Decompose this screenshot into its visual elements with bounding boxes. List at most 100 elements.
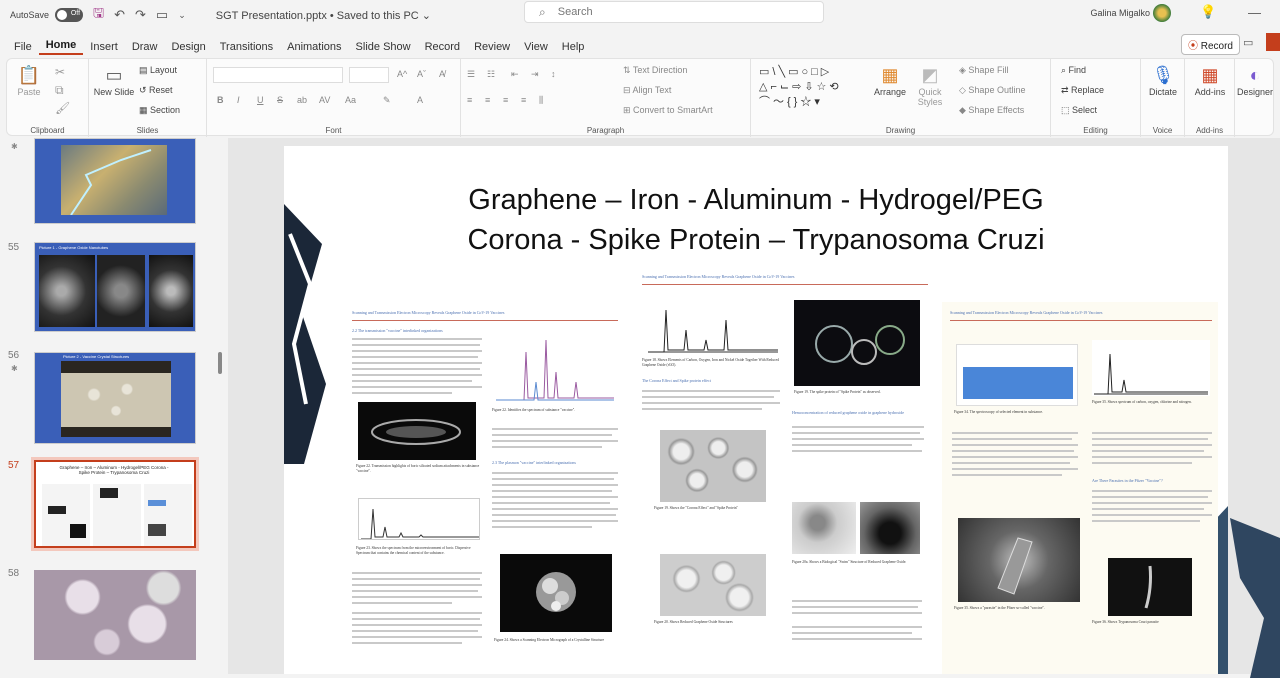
change-case-icon[interactable]: Aa bbox=[345, 95, 356, 105]
highlight-icon[interactable]: ✎ bbox=[383, 95, 391, 106]
justify-icon[interactable]: ≡ bbox=[521, 95, 526, 105]
convert-smartart-button[interactable]: ⊞ Convert to SmartArt bbox=[623, 105, 713, 116]
share-icon[interactable] bbox=[1266, 33, 1280, 51]
shadow-icon[interactable]: ab bbox=[297, 95, 307, 105]
search-box[interactable]: ⌕ Search bbox=[524, 1, 824, 23]
strikethrough-icon[interactable]: S bbox=[277, 95, 283, 105]
grow-font-icon[interactable]: A^ bbox=[397, 69, 407, 79]
tab-animations[interactable]: Animations bbox=[280, 41, 348, 53]
tab-insert[interactable]: Insert bbox=[83, 41, 125, 53]
text-line bbox=[352, 374, 482, 376]
bullets-icon[interactable]: ☰ bbox=[467, 69, 475, 80]
clear-format-icon[interactable]: A̸ bbox=[439, 69, 445, 79]
slide-thumbnail[interactable]: Picture 1 - Graphene Oxide Nanotubes bbox=[34, 242, 196, 332]
tab-draw[interactable]: Draw bbox=[125, 41, 165, 53]
line-spacing-icon[interactable]: ↕ bbox=[551, 69, 556, 79]
research-paper-page-3[interactable]: Scanning and Transmission Electron Micro… bbox=[942, 302, 1218, 674]
reset-button[interactable]: ↺ Reset bbox=[139, 85, 173, 96]
figure-caption: Figure 24. Shows a Scanning Electron Mic… bbox=[494, 638, 605, 642]
text-line bbox=[642, 396, 774, 398]
avatar[interactable] bbox=[1153, 4, 1171, 22]
quick-access-more-icon[interactable]: ⌄ bbox=[178, 10, 186, 21]
replace-button[interactable]: ⇄ Replace bbox=[1061, 85, 1104, 96]
find-label: Find bbox=[1068, 65, 1087, 75]
tab-help[interactable]: Help bbox=[555, 41, 592, 53]
tab-file[interactable]: File bbox=[7, 41, 39, 53]
align-left-icon[interactable]: ≡ bbox=[467, 95, 472, 105]
align-center-icon[interactable]: ≡ bbox=[485, 95, 490, 105]
addins-icon: ▦ bbox=[1201, 65, 1219, 85]
document-title[interactable]: SGT Presentation.pptx • Saved to this PC… bbox=[216, 9, 431, 22]
tab-record[interactable]: Record bbox=[418, 41, 467, 53]
tab-view[interactable]: View bbox=[517, 41, 555, 53]
present-icon[interactable]: ▭ bbox=[156, 7, 168, 23]
paper-section-heading: Hemoconcentration of reduced graphene ox… bbox=[792, 410, 905, 415]
shapes-gallery[interactable]: ▭\╲▭○□▷ △⌐⌙⇨⇩☆⟲ ⌒〜{}☆▾ bbox=[759, 65, 863, 110]
bold-icon[interactable]: B bbox=[217, 95, 224, 105]
shape-outline-button[interactable]: ◇ Shape Outline bbox=[959, 85, 1025, 96]
format-painter-icon[interactable]: 🖌 bbox=[55, 101, 70, 115]
shape-fill-button[interactable]: ◈ Shape Fill bbox=[959, 65, 1008, 76]
designer-button[interactable]: ◐ Designer bbox=[1235, 63, 1275, 97]
tab-slide-show[interactable]: Slide Show bbox=[349, 41, 418, 53]
find-button[interactable]: ⌕ Find bbox=[1061, 65, 1086, 76]
tab-transitions[interactable]: Transitions bbox=[213, 41, 280, 53]
comment-icon[interactable]: ▭ bbox=[1243, 36, 1253, 49]
align-right-icon[interactable]: ≡ bbox=[503, 95, 508, 105]
tab-home[interactable]: Home bbox=[38, 39, 84, 55]
new-slide-button[interactable]: ▭ New Slide bbox=[93, 63, 135, 97]
redo-icon[interactable]: ↷ bbox=[135, 7, 146, 23]
char-spacing-icon[interactable]: AV bbox=[319, 95, 330, 105]
slide-thumbnail[interactable]: Picture 2 - Vaccine Crystal Structures bbox=[34, 352, 196, 444]
tab-review[interactable]: Review bbox=[467, 41, 517, 53]
research-paper-page-1[interactable]: Scanning and Transmission Electron Micro… bbox=[342, 302, 628, 674]
shrink-font-icon[interactable]: Aˇ bbox=[417, 69, 426, 79]
paragraph-group: ☰ ☷ ⇤ ⇥ ↕ ≡ ≡ ≡ ≡ ⫼ ⇅ Text Direction ⊟ A… bbox=[461, 59, 751, 137]
record-button[interactable]: ⦿ Record bbox=[1180, 34, 1240, 55]
slide-number: 55 bbox=[8, 242, 20, 253]
columns-icon[interactable]: ⫼ bbox=[539, 95, 543, 106]
slide-thumbnail[interactable] bbox=[34, 138, 196, 224]
shape-effects-button[interactable]: ◆ Shape Effects bbox=[959, 105, 1024, 116]
addins-group-label: Add-ins bbox=[1195, 126, 1224, 135]
paste-button[interactable]: 📋 Paste bbox=[11, 63, 47, 97]
arrange-button[interactable]: ▦ Arrange bbox=[869, 63, 911, 97]
slide-thumbnail[interactable] bbox=[34, 570, 196, 660]
text-line bbox=[352, 602, 452, 604]
copy-icon[interactable]: ⧉ bbox=[55, 83, 64, 98]
tab-design[interactable]: Design bbox=[164, 41, 212, 53]
save-icon[interactable]: 🖫 bbox=[93, 4, 104, 26]
cut-icon[interactable]: ✂ bbox=[55, 65, 65, 79]
addins-button[interactable]: ▦ Add-ins bbox=[1189, 63, 1231, 97]
numbering-icon[interactable]: ☷ bbox=[487, 69, 495, 80]
slide-title[interactable]: Graphene – Iron - Aluminum - Hydrogel/PE… bbox=[284, 180, 1228, 260]
user-name[interactable]: Galina Migalko bbox=[1090, 8, 1150, 18]
slide-thumbnail-selected[interactable]: Graphene – Iron – Aluminum - Hydrogel/PE… bbox=[31, 457, 199, 551]
smartart-icon: ⊞ bbox=[623, 105, 634, 115]
font-size-box[interactable] bbox=[349, 67, 389, 83]
quick-styles-button[interactable]: ◩ Quick Styles bbox=[909, 63, 951, 107]
text-line bbox=[792, 450, 922, 452]
research-paper-page-2[interactable]: Scanning and Transmission Electron Micro… bbox=[634, 270, 936, 674]
lightbulb-icon[interactable]: 💡 bbox=[1200, 4, 1216, 20]
layout-button[interactable]: ▤ Layout bbox=[139, 65, 177, 76]
font-name-box[interactable] bbox=[213, 67, 343, 83]
select-button[interactable]: ⬚ Select bbox=[1061, 105, 1097, 116]
slide[interactable]: Graphene – Iron - Aluminum - Hydrogel/PE… bbox=[284, 146, 1228, 674]
align-text-button[interactable]: ⊟ Align Text bbox=[623, 85, 671, 96]
paper-section-heading: Are There Parasites in the Pfizer "Vacci… bbox=[1092, 478, 1163, 483]
thumbnail-image bbox=[61, 373, 171, 427]
addins-group: ▦ Add-ins Add-ins bbox=[1185, 59, 1235, 137]
autosave-toggle[interactable]: Off bbox=[55, 8, 84, 22]
undo-icon[interactable]: ↶ bbox=[114, 7, 125, 23]
thumbnail-scrollbar[interactable] bbox=[218, 352, 222, 374]
section-button[interactable]: ▦ Section bbox=[139, 105, 180, 116]
dictate-button[interactable]: 🎙 Dictate bbox=[1142, 63, 1184, 97]
text-direction-button[interactable]: ⇅ Text Direction bbox=[623, 65, 687, 76]
increase-indent-icon[interactable]: ⇥ bbox=[531, 69, 539, 80]
decrease-indent-icon[interactable]: ⇤ bbox=[511, 69, 519, 80]
minimize-icon[interactable]: — bbox=[1248, 5, 1261, 20]
font-color-icon[interactable]: A bbox=[417, 95, 423, 105]
italic-icon[interactable]: I bbox=[237, 95, 240, 105]
underline-icon[interactable]: U bbox=[257, 95, 264, 105]
